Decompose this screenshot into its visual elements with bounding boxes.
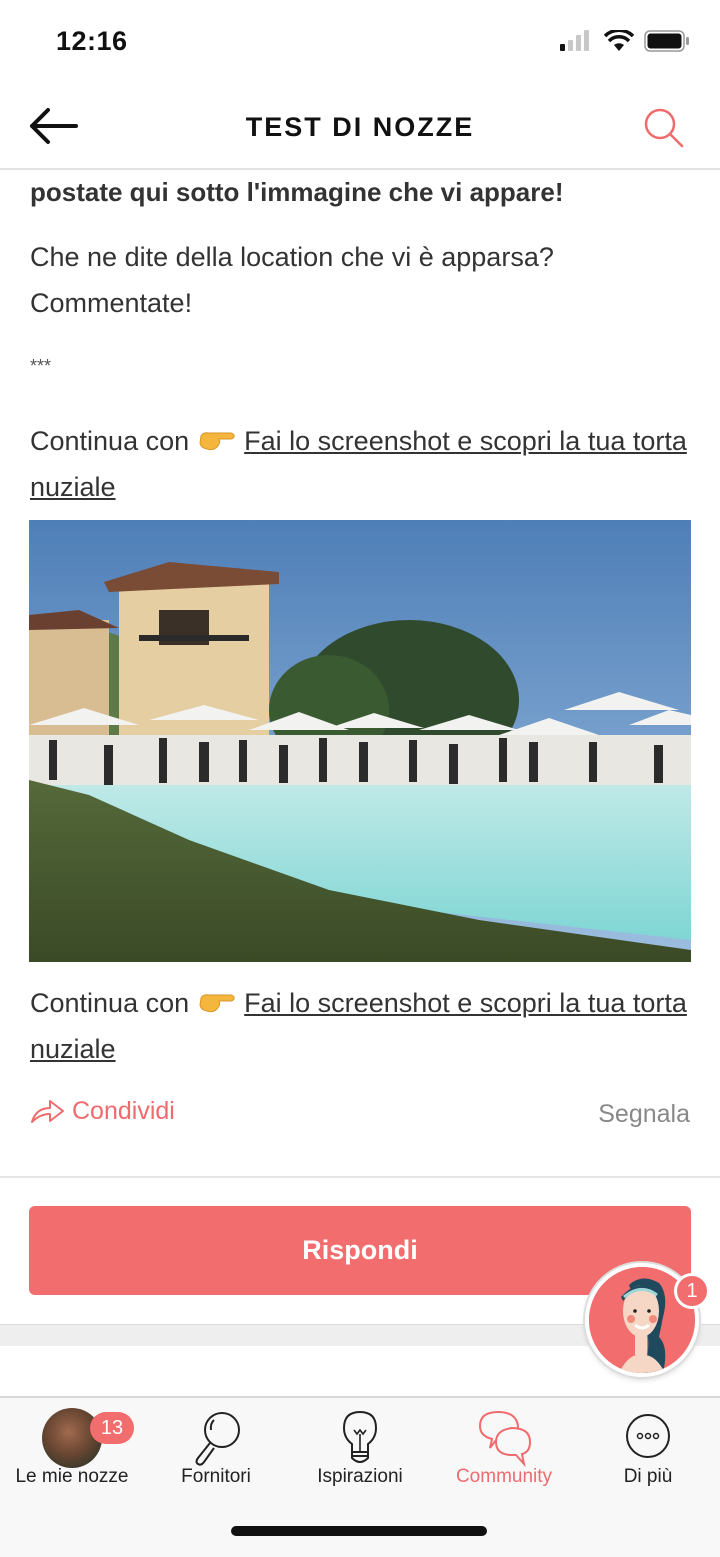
post-question-line1: Che ne dite della location che vi è appa… [30, 242, 554, 272]
magnifier-icon [195, 1412, 240, 1466]
more-dots-icon [626, 1414, 670, 1458]
home-indicator [231, 1526, 487, 1536]
post-question: Che ne dite della location che vi è appa… [30, 234, 692, 326]
tab-label: Fornitori [181, 1466, 251, 1487]
continue-prefix: Continua con [30, 426, 190, 456]
post-question-line2: Commentate! [30, 288, 193, 318]
tab-community[interactable]: Community [432, 1406, 576, 1496]
battery-icon [644, 30, 689, 52]
continue-paragraph-2: Continua con Fai lo screenshot e scopri … [30, 980, 692, 1072]
nav-bar: TEST DI NOZZE [0, 88, 720, 170]
notification-badge: 13 [90, 1412, 134, 1444]
search-icon [644, 108, 684, 148]
tab-label: Community [455, 1466, 553, 1487]
chat-bubbles-icon [478, 1410, 532, 1468]
tab-bar: 13 Le mie nozze Fornitori Ispirazioni Co… [0, 1396, 720, 1557]
page-title: TEST DI NOZZE [245, 112, 475, 142]
assistant-notification-badge: 1 [674, 1273, 710, 1309]
share-button[interactable]: Condividi [30, 1096, 175, 1126]
reply-button[interactable]: Rispondi [29, 1206, 691, 1295]
status-icons [560, 30, 690, 52]
report-button[interactable]: Segnala [598, 1100, 690, 1129]
separator: *** [30, 356, 52, 376]
continue-paragraph: Continua con Fai lo screenshot e scopri … [30, 418, 692, 510]
tab-label: Le mie nozze [15, 1466, 129, 1487]
continue-prefix-2: Continua con [30, 988, 190, 1018]
wifi-icon [604, 30, 634, 51]
cellular-signal-icon [560, 30, 589, 51]
tab-ispirazioni[interactable]: Ispirazioni [288, 1406, 432, 1496]
wedding-pool-photo [29, 520, 691, 962]
post-image[interactable] [29, 520, 691, 962]
divider [0, 1176, 720, 1178]
search-button[interactable] [642, 106, 686, 150]
pointing-right-emoji-icon [199, 994, 235, 1013]
share-label: Condividi [72, 1096, 175, 1125]
post-body: postate qui sotto l'immagine che vi appa… [30, 172, 692, 510]
status-bar: 12:16 [0, 0, 720, 88]
tab-label: Ispirazioni [317, 1466, 403, 1487]
tab-label: Di più [623, 1466, 673, 1487]
lightbulb-icon [342, 1410, 378, 1463]
tab-le-mie-nozze[interactable]: 13 Le mie nozze [0, 1406, 144, 1496]
tab-di-piu[interactable]: Di più [576, 1406, 720, 1496]
tab-fornitori[interactable]: Fornitori [144, 1406, 288, 1496]
status-time: 12:16 [56, 26, 128, 56]
post-intro: postate qui sotto l'immagine che vi appa… [30, 177, 564, 207]
pointing-right-emoji-icon [199, 432, 235, 451]
post-actions: Condividi Segnala [30, 1096, 690, 1136]
share-arrow-icon [31, 1100, 64, 1123]
